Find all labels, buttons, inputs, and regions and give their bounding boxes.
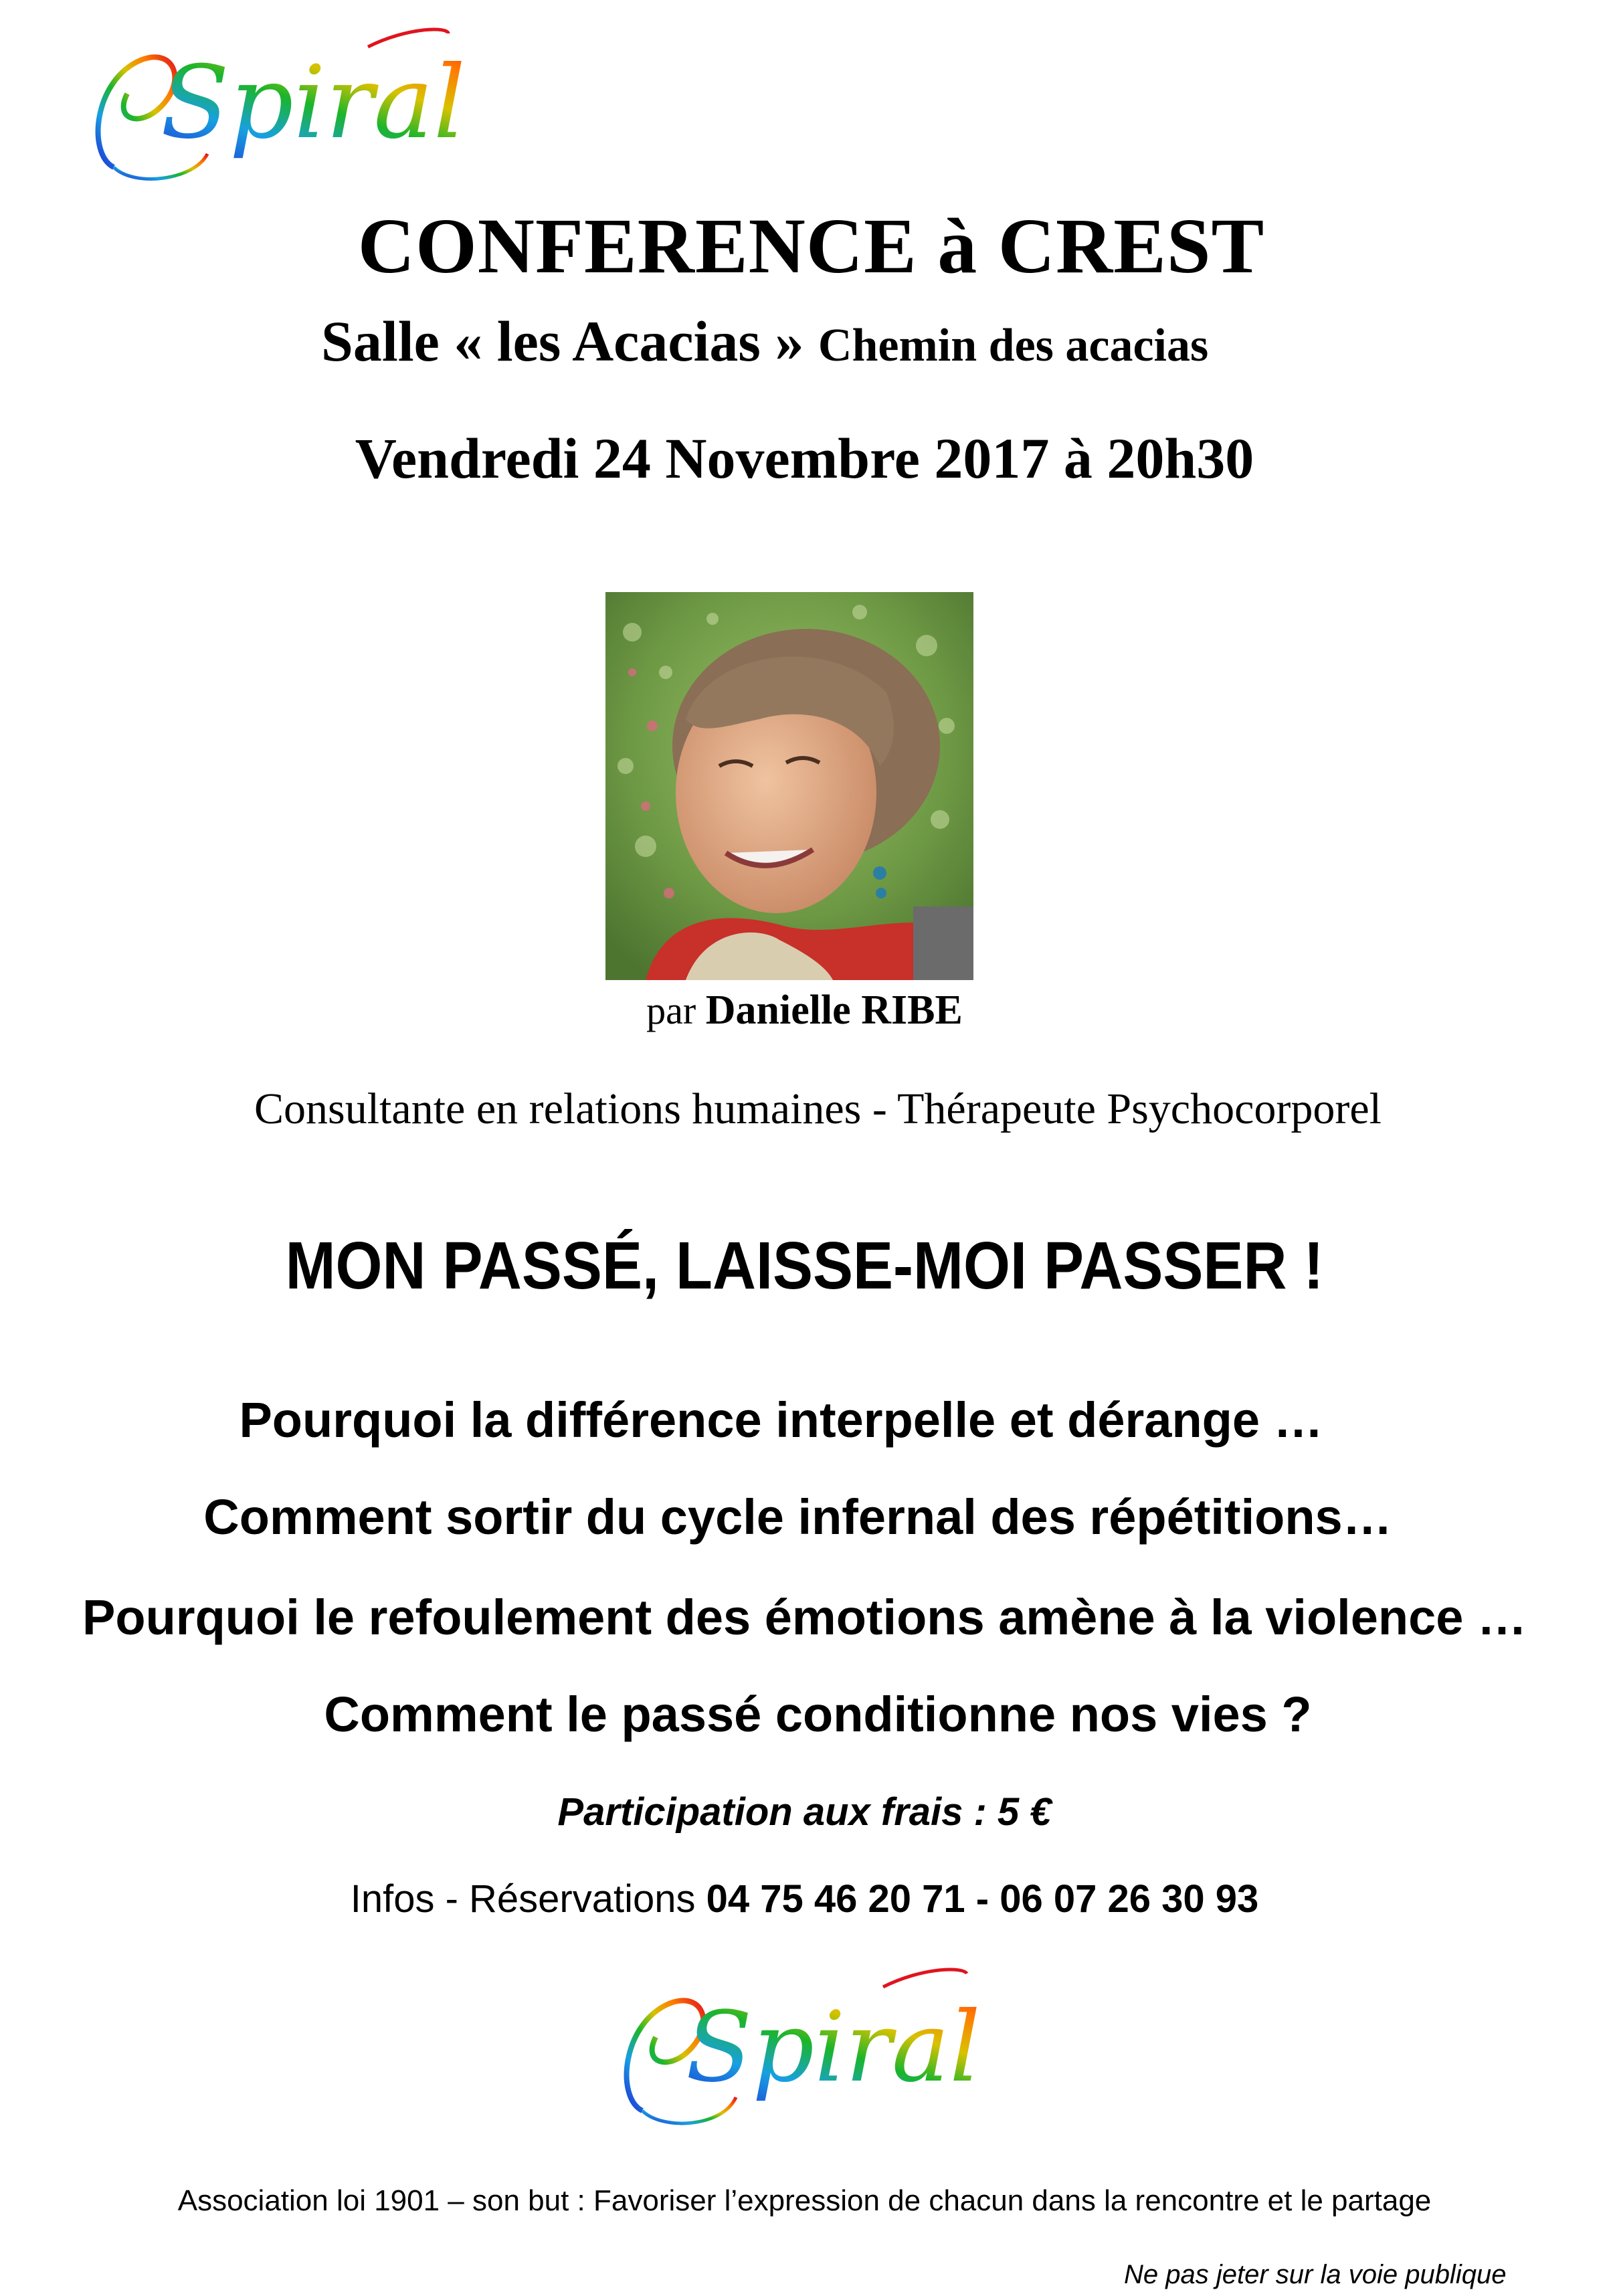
logo-wordmark: Spirale (161, 45, 462, 161)
question-4: Comment le passé conditionne nos vies ? (324, 1687, 1312, 1742)
spirale-logo-icon: Spirale (624, 1968, 1038, 2125)
speaker-by: par (646, 989, 696, 1032)
logo-wordmark: Spirale (686, 1991, 977, 2104)
venue-hall: Salle « les Acacias » (321, 309, 804, 373)
spirale-logo-icon: Spirale (95, 27, 525, 181)
speaker-role: Consultante en relations humaines - Thér… (254, 1084, 1382, 1133)
portrait-photo-icon (605, 592, 973, 980)
question-2: Comment sortir du cycle infernal des rép… (203, 1489, 1392, 1545)
participation-fee: Participation aux frais : 5 € (557, 1790, 1052, 1834)
reservations-label: Infos - Réservations (350, 1877, 696, 1921)
venue-street: Chemin des acacias (818, 320, 1209, 371)
question-1: Pourquoi la différence interpelle et dér… (239, 1392, 1323, 1448)
question-3: Pourquoi le refoulement des émotions amè… (82, 1590, 1527, 1645)
speaker-name: Danielle RIBE (705, 987, 963, 1033)
spirale-logo-bottom: Spirale (616, 1960, 1038, 2141)
conference-headline: MON PASSÉ, LAISSE-MOI PASSER ! (285, 1228, 1324, 1303)
speaker-line: par Danielle RIBE (0, 987, 1609, 1034)
association-statement: Association loi 1901 – son but : Favoris… (177, 2184, 1432, 2217)
footnote: Ne pas jeter sur la voie publique (1124, 2260, 1507, 2289)
event-datetime: Vendredi 24 Novembre 2017 à 20h30 (355, 426, 1254, 490)
event-title: CONFERENCE à CREST (357, 202, 1265, 290)
speaker-photo (605, 592, 973, 980)
reservations-phones: 04 75 46 20 71 - 06 07 26 30 93 (706, 1877, 1259, 1921)
event-venue: Salle « les Acacias » Chemin des acacias (321, 308, 1208, 375)
spirale-logo-top: Spirale (87, 20, 525, 194)
reservations-info: Infos - Réservations 04 75 46 20 71 - 06… (0, 1877, 1609, 1921)
